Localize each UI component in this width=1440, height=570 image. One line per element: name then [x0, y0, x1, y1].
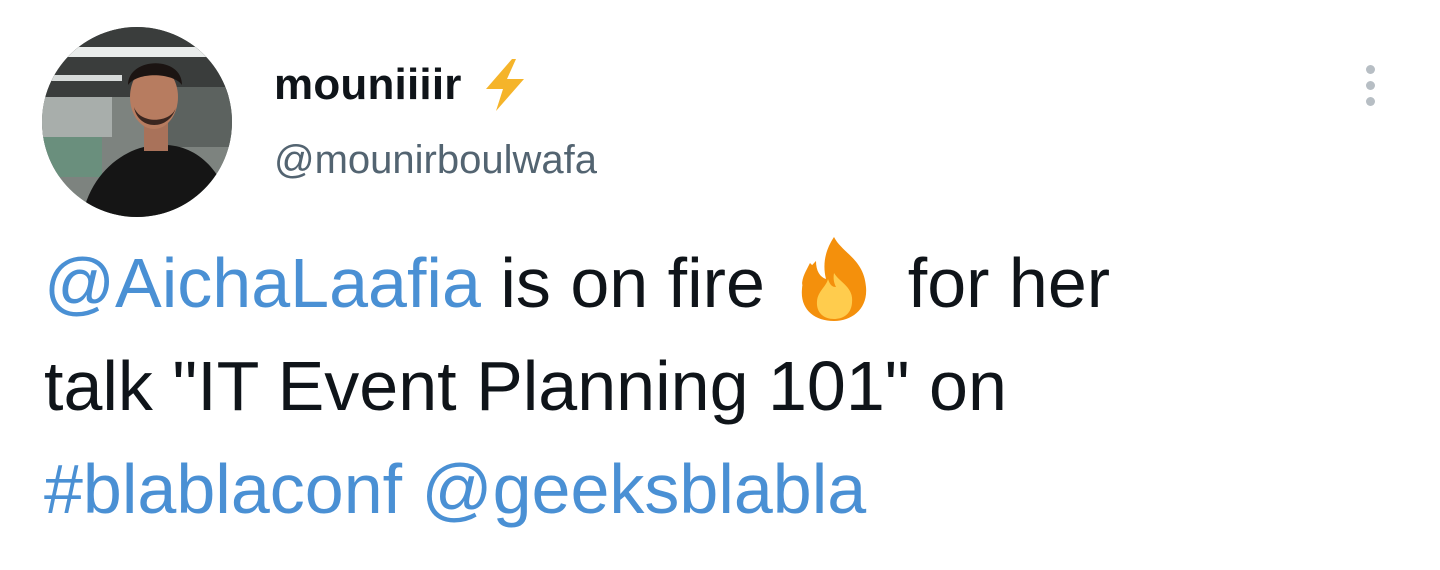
- author-handle[interactable]: @mounirboulwafa: [274, 138, 597, 183]
- mention-link[interactable]: @AichaLaafia: [44, 244, 481, 322]
- tweet-text-segment: is on fire: [480, 244, 785, 322]
- tweet-text-line-1: @AichaLaafia is on fire for her: [44, 232, 1344, 335]
- more-vertical-icon: [1365, 64, 1375, 74]
- author-name-row: mouniiiir: [274, 55, 534, 115]
- lightning-bolt-icon: [476, 55, 534, 115]
- tweet-text-line-2: talk "IT Event Planning 101" on: [44, 347, 1007, 425]
- hashtag-link[interactable]: #blablaconf: [44, 450, 402, 528]
- tweet-text-line-3: #blablaconf @geeksblabla: [44, 438, 1344, 541]
- more-vertical-icon-dot: [1365, 96, 1375, 106]
- more-vertical-icon-dot: [1365, 80, 1375, 90]
- more-options-button[interactable]: [1350, 55, 1390, 115]
- avatar-photo: [42, 27, 232, 217]
- tweet-card: mouniiiir @mounirboulwafa @AichaLaafia i…: [0, 0, 1440, 570]
- author-avatar[interactable]: [42, 27, 232, 217]
- tweet-text: @AichaLaafia is on fire for her talk "IT…: [44, 232, 1344, 541]
- fire-emoji-icon: [788, 233, 880, 325]
- tweet-text-segment: for her: [888, 244, 1111, 322]
- mention-link[interactable]: @geeksblabla: [422, 450, 867, 528]
- author-display-name[interactable]: mouniiiir: [274, 60, 462, 110]
